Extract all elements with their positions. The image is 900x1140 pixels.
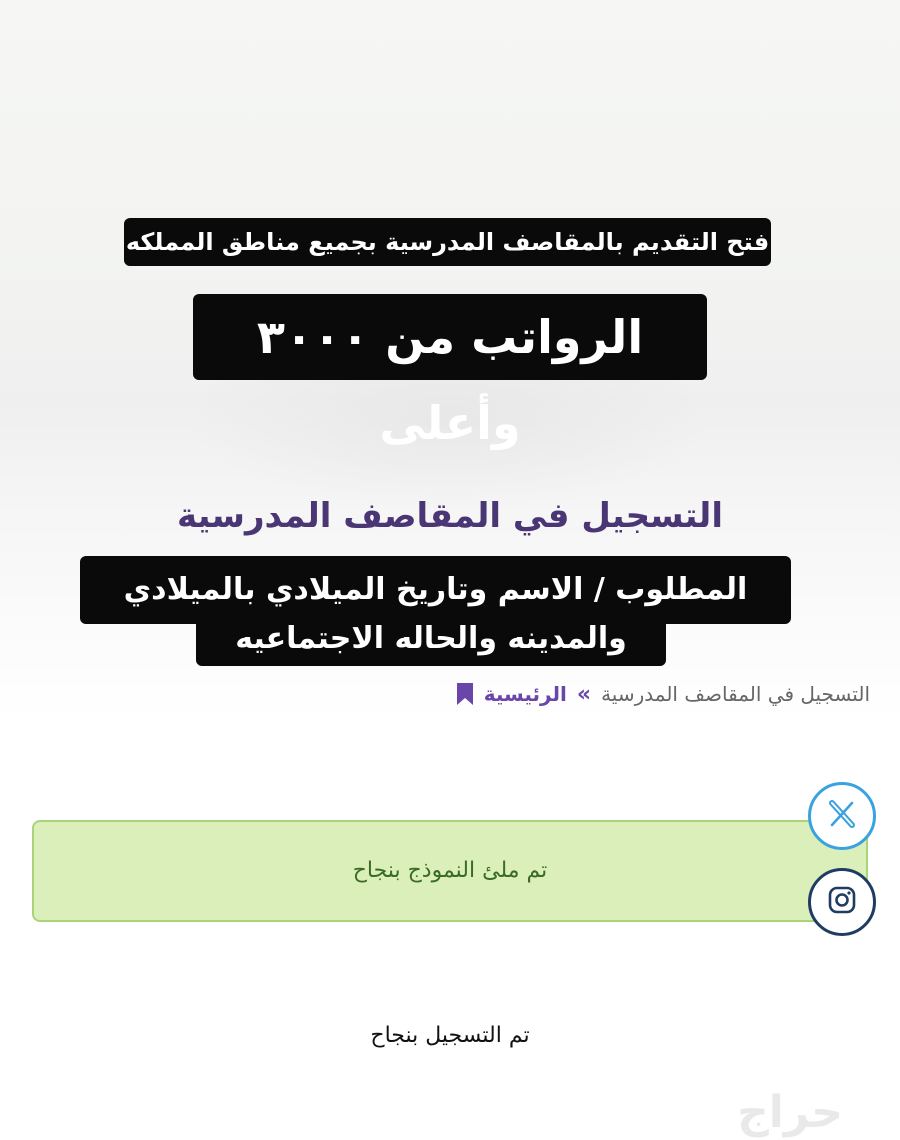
bookmark-icon xyxy=(456,683,474,705)
breadcrumb-separator: » xyxy=(576,681,592,707)
success-alert: تم ملئ النموذج بنجاح xyxy=(32,820,868,922)
breadcrumb-home-link[interactable]: الرئيسية xyxy=(484,682,567,706)
instagram-icon xyxy=(827,885,857,919)
watermark-logo: حراج xyxy=(737,1087,843,1138)
salary-banner: الرواتب من ٣٠٠٠ وأعلى xyxy=(193,294,707,450)
page-title: التسجيل في المقاصف المدرسية xyxy=(177,496,723,536)
registration-confirmation: تم التسجيل بنجاح xyxy=(370,1023,530,1048)
breadcrumb: الرئيسية » التسجيل في المقاصف المدرسية xyxy=(456,676,870,712)
x-share-button[interactable] xyxy=(808,782,876,850)
success-message: تم ملئ النموذج بنجاح xyxy=(352,858,548,883)
instagram-button[interactable] xyxy=(808,868,876,936)
application-open-banner: فتح التقديم بالمقاصف المدرسية بجميع مناط… xyxy=(124,218,771,266)
x-logo-icon xyxy=(827,799,857,833)
requirements-line-2: والمدينه والحاله الاجتماعيه xyxy=(196,612,666,666)
breadcrumb-current: التسجيل في المقاصف المدرسية xyxy=(601,682,870,706)
